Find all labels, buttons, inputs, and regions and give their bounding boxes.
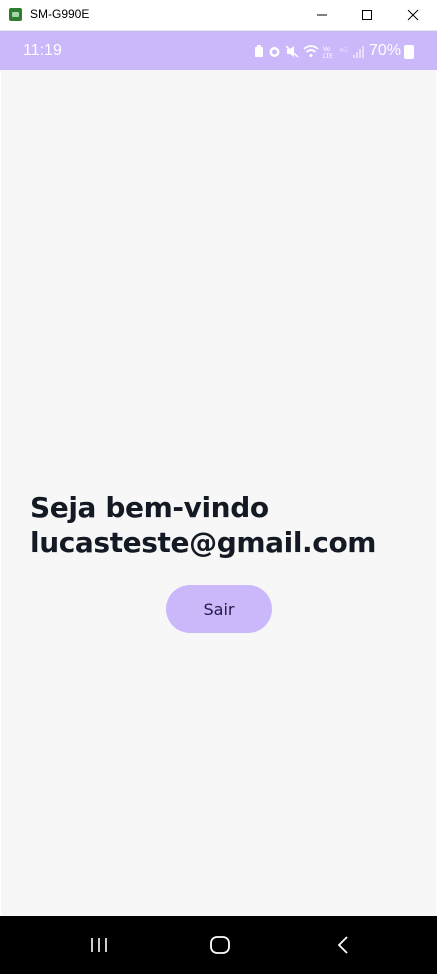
- recent-apps-button[interactable]: [84, 932, 114, 958]
- battery-percentage: 70%: [369, 42, 402, 59]
- home-icon: [210, 936, 230, 954]
- battery-icon: [404, 45, 414, 59]
- volte-icon: VoLTE: [323, 46, 333, 58]
- emulator-app-icon: [9, 8, 22, 21]
- close-icon: [407, 9, 419, 21]
- user-email: lucasteste@gmail.com: [30, 526, 377, 559]
- mute-icon: [285, 44, 299, 58]
- back-icon: [337, 936, 348, 954]
- battery-saver-icon: [255, 44, 263, 57]
- window-title: SM-G990E: [30, 7, 90, 21]
- alarm-icon: [269, 46, 280, 57]
- svg-text:4G: 4G: [339, 47, 348, 54]
- welcome-greeting: Seja bem-vindo: [30, 491, 269, 524]
- signal-icon: [353, 45, 364, 58]
- status-time: 11:19: [23, 42, 62, 59]
- maximize-button[interactable]: [345, 0, 389, 30]
- window-title-bar: SM-G990E: [0, 0, 437, 31]
- navigation-bar: [0, 916, 437, 974]
- minimize-icon: [317, 14, 327, 16]
- logout-button[interactable]: Sair: [166, 585, 272, 633]
- close-button[interactable]: [391, 0, 435, 30]
- back-button[interactable]: [328, 932, 358, 958]
- svg-text:Vo: Vo: [323, 46, 331, 53]
- 4g-icon: 4G: [339, 47, 348, 54]
- svg-text:LTE: LTE: [323, 53, 333, 58]
- wifi-icon: [303, 44, 319, 57]
- welcome-message: Seja bem-vindo lucasteste@gmail.com: [30, 490, 376, 560]
- maximize-icon: [362, 10, 372, 20]
- status-bar: 11:19 Vo LTE 4G 70%: [0, 31, 437, 70]
- status-icons: Vo LTE 4G: [254, 43, 365, 59]
- home-button[interactable]: [205, 932, 235, 958]
- app-content: Seja bem-vindo lucasteste@gmail.com Sair: [1, 70, 436, 916]
- minimize-button[interactable]: [300, 0, 344, 30]
- recent-apps-icon: [91, 938, 107, 952]
